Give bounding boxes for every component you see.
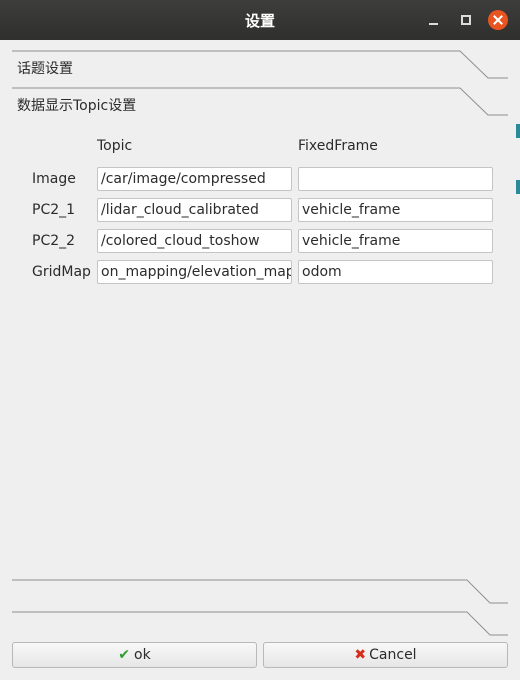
gridmap-fixed-frame-field[interactable]: odom: [298, 260, 493, 284]
cancel-button-label: Cancel: [369, 647, 417, 663]
pc2-2-topic-field[interactable]: /colored_cloud_toshow: [97, 229, 292, 253]
cross-icon: ✖: [354, 647, 367, 663]
background-window-edge: [516, 124, 520, 138]
gridmap-topic-field[interactable]: on_mapping/elevation_map: [97, 260, 292, 284]
close-icon[interactable]: [488, 10, 508, 30]
minimize-icon[interactable]: [424, 10, 444, 30]
cancel-button[interactable]: ✖ Cancel: [263, 642, 508, 668]
background-window-edge: [516, 180, 520, 194]
column-header-topic: Topic: [97, 138, 133, 154]
section-topic-settings[interactable]: 话题设置: [17, 58, 73, 78]
image-fixed-frame-field[interactable]: [298, 167, 493, 191]
maximize-icon[interactable]: [456, 10, 476, 30]
section-display-topic-settings[interactable]: 数据显示Topic设置: [17, 95, 136, 115]
ok-button[interactable]: ✔ ok: [12, 642, 257, 668]
row-label-gridmap: GridMap: [32, 264, 91, 280]
column-header-fixed-frame: FixedFrame: [298, 138, 378, 154]
bottom-separator: [12, 611, 508, 641]
row-label-image: Image: [32, 171, 76, 187]
image-topic-field[interactable]: /car/image/compressed: [97, 167, 292, 191]
row-label-pc2-1: PC2_1: [32, 202, 76, 218]
bottom-separator: [12, 579, 508, 609]
settings-dialog: 设置 话题设置 数据显示Topic设置 Topic FixedFrame Ima…: [0, 0, 520, 680]
title-bar[interactable]: 设置: [0, 0, 520, 40]
section-separator: [12, 50, 508, 80]
pc2-2-fixed-frame-field[interactable]: vehicle_frame: [298, 229, 493, 253]
ok-button-label: ok: [134, 647, 151, 663]
row-label-pc2-2: PC2_2: [32, 233, 76, 249]
pc2-1-topic-field[interactable]: /lidar_cloud_calibrated: [97, 198, 292, 222]
pc2-1-fixed-frame-field[interactable]: vehicle_frame: [298, 198, 493, 222]
check-icon: ✔: [118, 647, 131, 663]
